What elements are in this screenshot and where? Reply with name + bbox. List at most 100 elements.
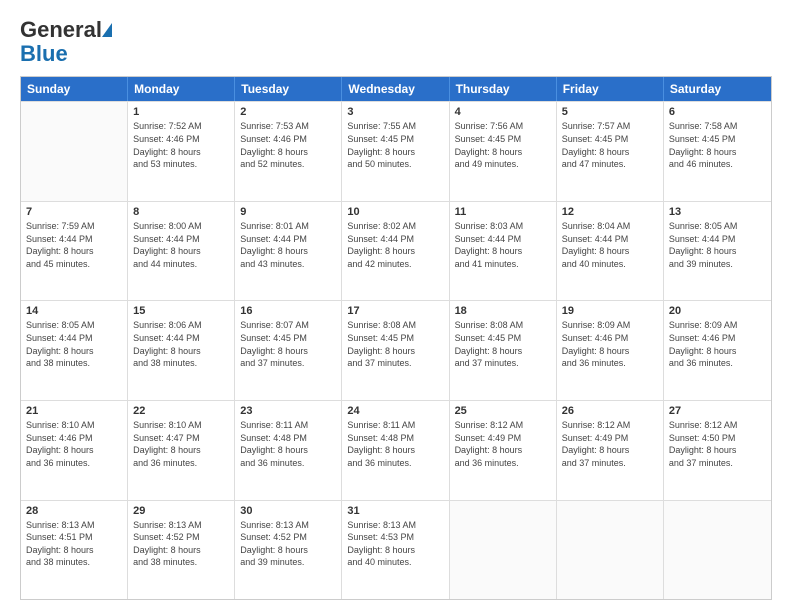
day-number: 20 bbox=[669, 305, 766, 317]
cell-line: Sunset: 4:50 PM bbox=[669, 432, 766, 445]
cell-line: Sunset: 4:44 PM bbox=[347, 233, 443, 246]
cell-line: Sunset: 4:44 PM bbox=[240, 233, 336, 246]
calendar-header: SundayMondayTuesdayWednesdayThursdayFrid… bbox=[21, 77, 771, 101]
day-number: 17 bbox=[347, 305, 443, 317]
cal-cell: 6Sunrise: 7:58 AMSunset: 4:45 PMDaylight… bbox=[664, 102, 771, 201]
cell-line: and 38 minutes. bbox=[133, 556, 229, 569]
cell-line: Sunset: 4:49 PM bbox=[455, 432, 551, 445]
cell-line: Sunrise: 8:11 AM bbox=[240, 419, 336, 432]
cal-cell: 10Sunrise: 8:02 AMSunset: 4:44 PMDayligh… bbox=[342, 202, 449, 301]
cell-line: Sunset: 4:45 PM bbox=[347, 332, 443, 345]
cal-cell: 9Sunrise: 8:01 AMSunset: 4:44 PMDaylight… bbox=[235, 202, 342, 301]
cal-cell: 24Sunrise: 8:11 AMSunset: 4:48 PMDayligh… bbox=[342, 401, 449, 500]
cell-line: Daylight: 8 hours bbox=[347, 345, 443, 358]
cell-line: Sunrise: 8:13 AM bbox=[133, 519, 229, 532]
cal-cell: 18Sunrise: 8:08 AMSunset: 4:45 PMDayligh… bbox=[450, 301, 557, 400]
cell-line: Sunset: 4:44 PM bbox=[133, 332, 229, 345]
cell-line: and 39 minutes. bbox=[240, 556, 336, 569]
cell-line: and 36 minutes. bbox=[347, 457, 443, 470]
cell-line: Sunset: 4:51 PM bbox=[26, 531, 122, 544]
cal-cell bbox=[450, 501, 557, 600]
week-row-4: 21Sunrise: 8:10 AMSunset: 4:46 PMDayligh… bbox=[21, 400, 771, 500]
cell-line: Daylight: 8 hours bbox=[133, 345, 229, 358]
cal-cell: 12Sunrise: 8:04 AMSunset: 4:44 PMDayligh… bbox=[557, 202, 664, 301]
week-row-2: 7Sunrise: 7:59 AMSunset: 4:44 PMDaylight… bbox=[21, 201, 771, 301]
cell-line: Sunrise: 8:07 AM bbox=[240, 319, 336, 332]
logo: General Blue bbox=[20, 18, 112, 66]
cell-line: Sunrise: 8:06 AM bbox=[133, 319, 229, 332]
cell-line: and 37 minutes. bbox=[347, 357, 443, 370]
day-number: 5 bbox=[562, 106, 658, 118]
day-number: 14 bbox=[26, 305, 122, 317]
cell-line: and 52 minutes. bbox=[240, 158, 336, 171]
cal-cell: 1Sunrise: 7:52 AMSunset: 4:46 PMDaylight… bbox=[128, 102, 235, 201]
cell-line: Sunrise: 8:09 AM bbox=[562, 319, 658, 332]
cell-line: Sunrise: 8:09 AM bbox=[669, 319, 766, 332]
cal-cell: 17Sunrise: 8:08 AMSunset: 4:45 PMDayligh… bbox=[342, 301, 449, 400]
day-number: 28 bbox=[26, 505, 122, 517]
cell-line: Sunset: 4:46 PM bbox=[26, 432, 122, 445]
cell-line: Sunrise: 7:58 AM bbox=[669, 120, 766, 133]
cell-line: Sunrise: 8:04 AM bbox=[562, 220, 658, 233]
day-number: 4 bbox=[455, 106, 551, 118]
cell-line: Daylight: 8 hours bbox=[669, 345, 766, 358]
day-number: 29 bbox=[133, 505, 229, 517]
cell-line: Sunrise: 8:10 AM bbox=[133, 419, 229, 432]
cell-line: Sunset: 4:44 PM bbox=[562, 233, 658, 246]
logo-general: General bbox=[20, 17, 102, 42]
day-number: 26 bbox=[562, 405, 658, 417]
day-number: 1 bbox=[133, 106, 229, 118]
cell-line: Sunrise: 8:01 AM bbox=[240, 220, 336, 233]
cell-line: Sunset: 4:46 PM bbox=[562, 332, 658, 345]
logo-blue: Blue bbox=[20, 42, 68, 66]
cell-line: Daylight: 8 hours bbox=[347, 444, 443, 457]
cell-line: Sunrise: 8:12 AM bbox=[455, 419, 551, 432]
week-row-3: 14Sunrise: 8:05 AMSunset: 4:44 PMDayligh… bbox=[21, 300, 771, 400]
logo-text: General bbox=[20, 18, 102, 42]
cell-line: Sunset: 4:49 PM bbox=[562, 432, 658, 445]
day-number: 8 bbox=[133, 206, 229, 218]
cal-cell: 11Sunrise: 8:03 AMSunset: 4:44 PMDayligh… bbox=[450, 202, 557, 301]
cal-cell bbox=[557, 501, 664, 600]
page: General Blue SundayMondayTuesdayWednesda… bbox=[0, 0, 792, 612]
cell-line: and 42 minutes. bbox=[347, 258, 443, 271]
cal-cell: 14Sunrise: 8:05 AMSunset: 4:44 PMDayligh… bbox=[21, 301, 128, 400]
cell-line: and 37 minutes. bbox=[455, 357, 551, 370]
cal-cell: 7Sunrise: 7:59 AMSunset: 4:44 PMDaylight… bbox=[21, 202, 128, 301]
cell-line: Sunrise: 8:10 AM bbox=[26, 419, 122, 432]
cell-line: Sunset: 4:45 PM bbox=[669, 133, 766, 146]
cell-line: Sunrise: 8:00 AM bbox=[133, 220, 229, 233]
cell-line: and 41 minutes. bbox=[455, 258, 551, 271]
cell-line: Daylight: 8 hours bbox=[26, 345, 122, 358]
cell-line: and 45 minutes. bbox=[26, 258, 122, 271]
header-day-thursday: Thursday bbox=[450, 77, 557, 101]
day-number: 30 bbox=[240, 505, 336, 517]
cell-line: Sunset: 4:44 PM bbox=[26, 233, 122, 246]
cell-line: Sunset: 4:46 PM bbox=[669, 332, 766, 345]
cell-line: Sunset: 4:45 PM bbox=[455, 133, 551, 146]
cell-line: and 37 minutes. bbox=[669, 457, 766, 470]
header-day-tuesday: Tuesday bbox=[235, 77, 342, 101]
cell-line: Sunset: 4:45 PM bbox=[347, 133, 443, 146]
cell-line: Sunset: 4:52 PM bbox=[240, 531, 336, 544]
cell-line: Sunset: 4:45 PM bbox=[562, 133, 658, 146]
day-number: 23 bbox=[240, 405, 336, 417]
cell-line: Sunrise: 8:05 AM bbox=[669, 220, 766, 233]
cal-cell: 23Sunrise: 8:11 AMSunset: 4:48 PMDayligh… bbox=[235, 401, 342, 500]
cell-line: Daylight: 8 hours bbox=[562, 146, 658, 159]
cell-line: and 44 minutes. bbox=[133, 258, 229, 271]
cell-line: Sunrise: 7:56 AM bbox=[455, 120, 551, 133]
cal-cell: 28Sunrise: 8:13 AMSunset: 4:51 PMDayligh… bbox=[21, 501, 128, 600]
cell-line: Daylight: 8 hours bbox=[455, 245, 551, 258]
cell-line: and 36 minutes. bbox=[133, 457, 229, 470]
cell-line: Sunset: 4:45 PM bbox=[240, 332, 336, 345]
cell-line: Sunset: 4:47 PM bbox=[133, 432, 229, 445]
cell-line: and 36 minutes. bbox=[26, 457, 122, 470]
day-number: 12 bbox=[562, 206, 658, 218]
cal-cell: 3Sunrise: 7:55 AMSunset: 4:45 PMDaylight… bbox=[342, 102, 449, 201]
cell-line: and 50 minutes. bbox=[347, 158, 443, 171]
cell-line: Sunset: 4:48 PM bbox=[240, 432, 336, 445]
week-row-5: 28Sunrise: 8:13 AMSunset: 4:51 PMDayligh… bbox=[21, 500, 771, 600]
day-number: 24 bbox=[347, 405, 443, 417]
header-day-sunday: Sunday bbox=[21, 77, 128, 101]
